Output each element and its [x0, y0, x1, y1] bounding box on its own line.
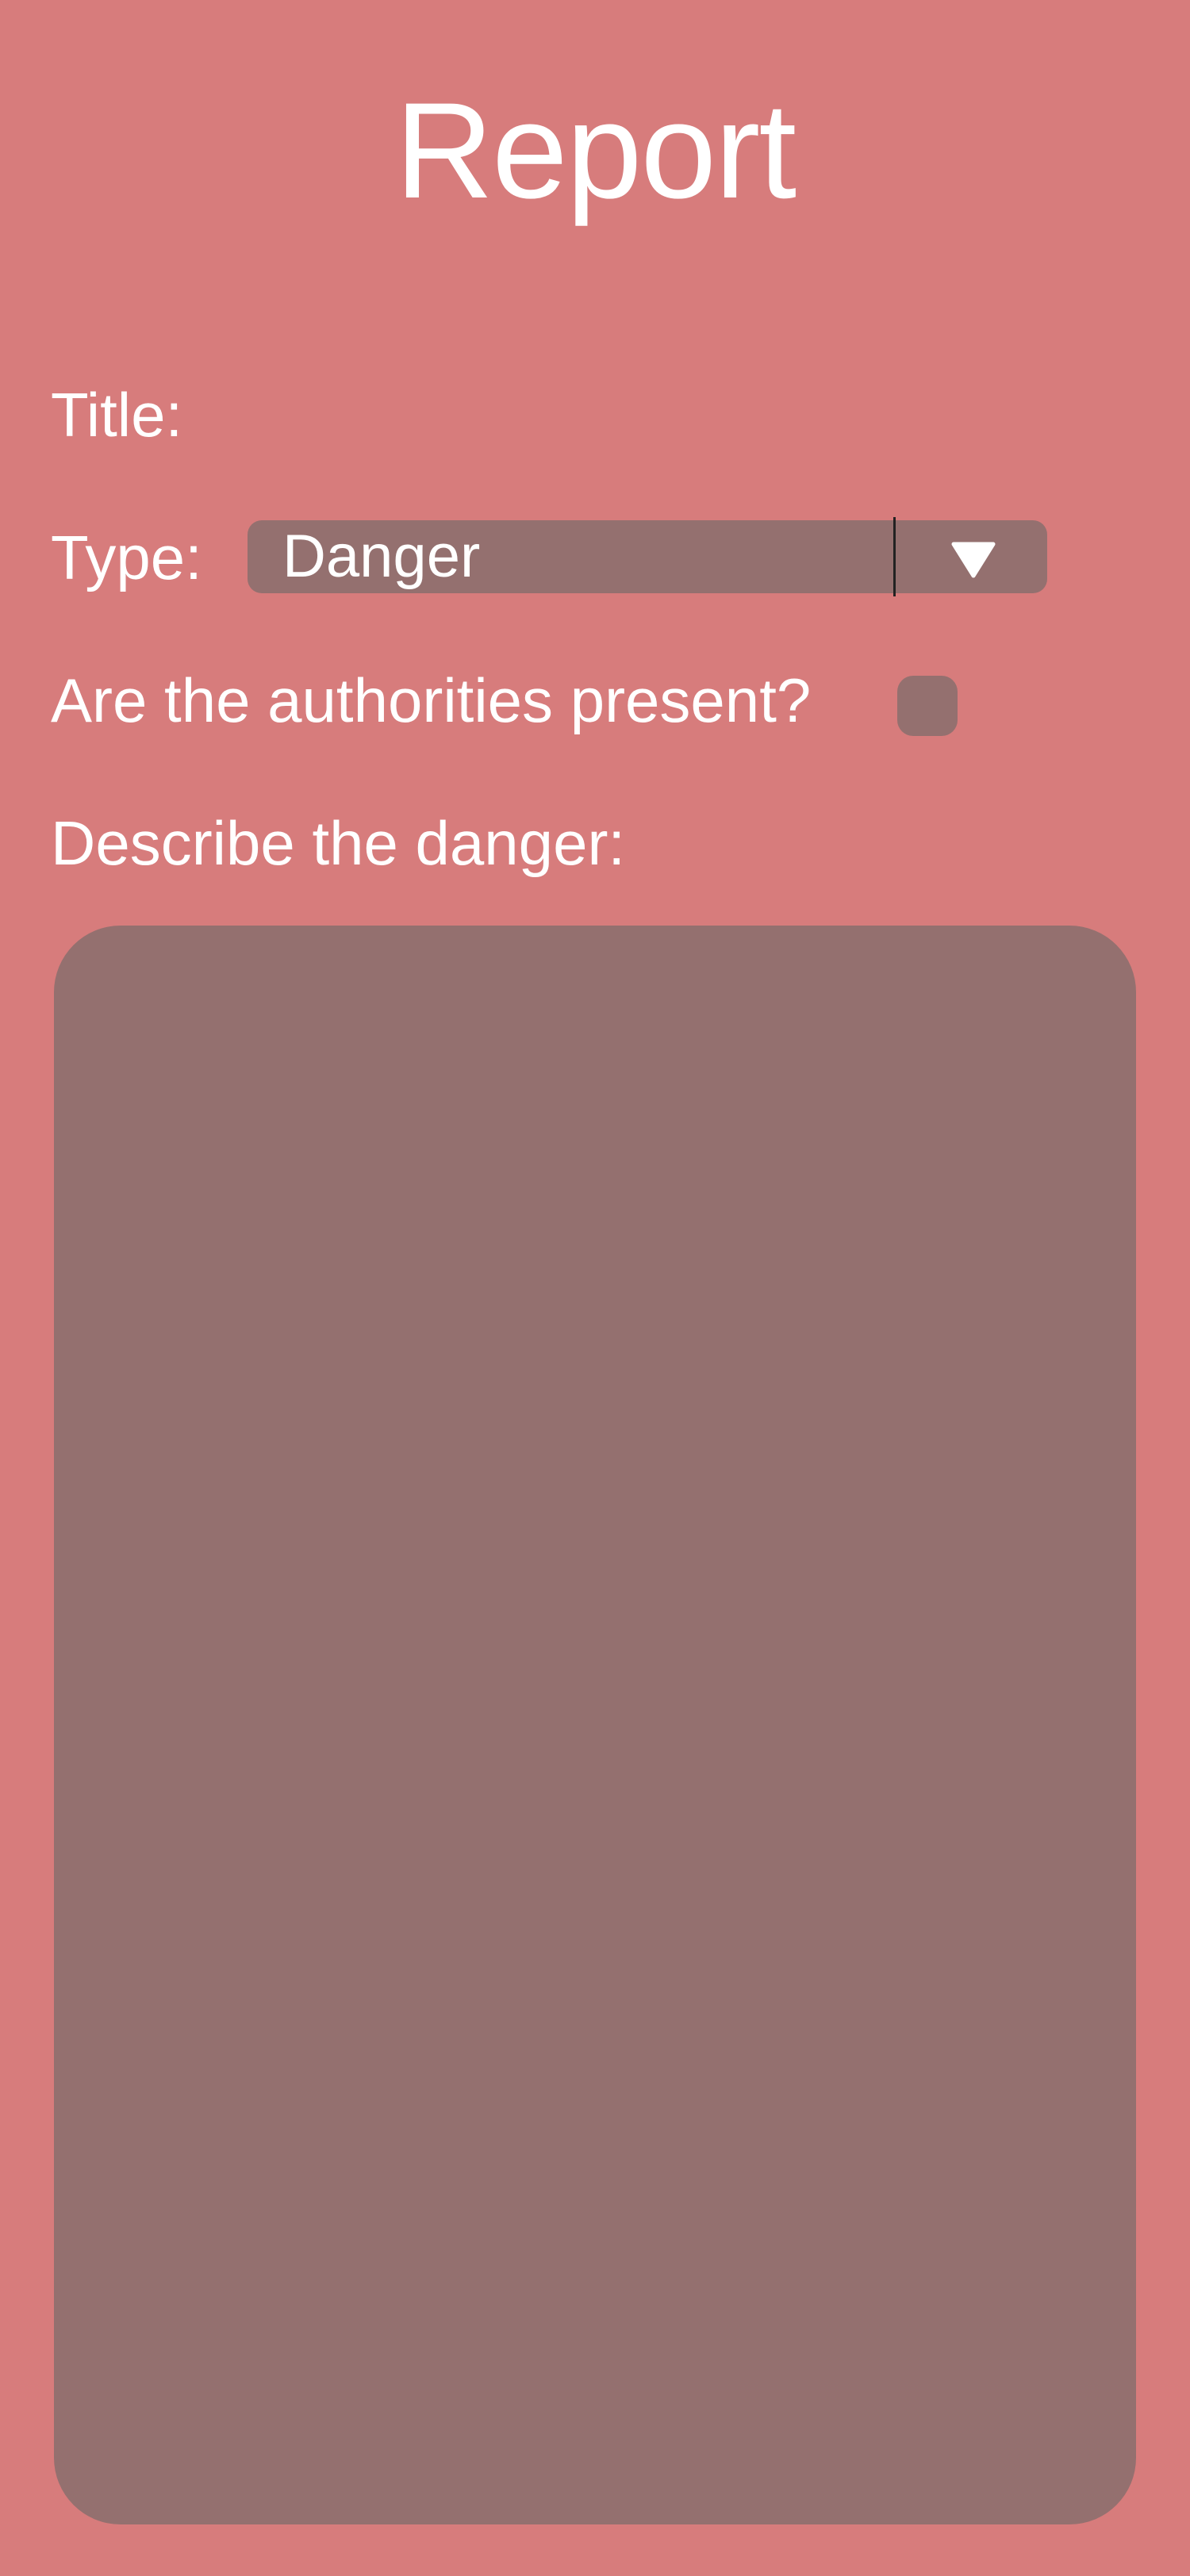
select-divider: [893, 517, 896, 596]
type-select[interactable]: Danger: [248, 517, 1047, 596]
type-label: Type:: [51, 523, 202, 592]
authorities-present-checkbox[interactable]: [897, 676, 958, 736]
authorities-present-label: Are the authorities present?: [51, 665, 812, 735]
title-label: Title:: [51, 380, 183, 450]
danger-description-textarea[interactable]: [54, 926, 1136, 2524]
page-title: Report: [394, 75, 797, 227]
type-selected-value: Danger: [282, 523, 481, 590]
chevron-down-icon[interactable]: [950, 541, 996, 579]
describe-danger-label: Describe the danger:: [51, 808, 626, 878]
